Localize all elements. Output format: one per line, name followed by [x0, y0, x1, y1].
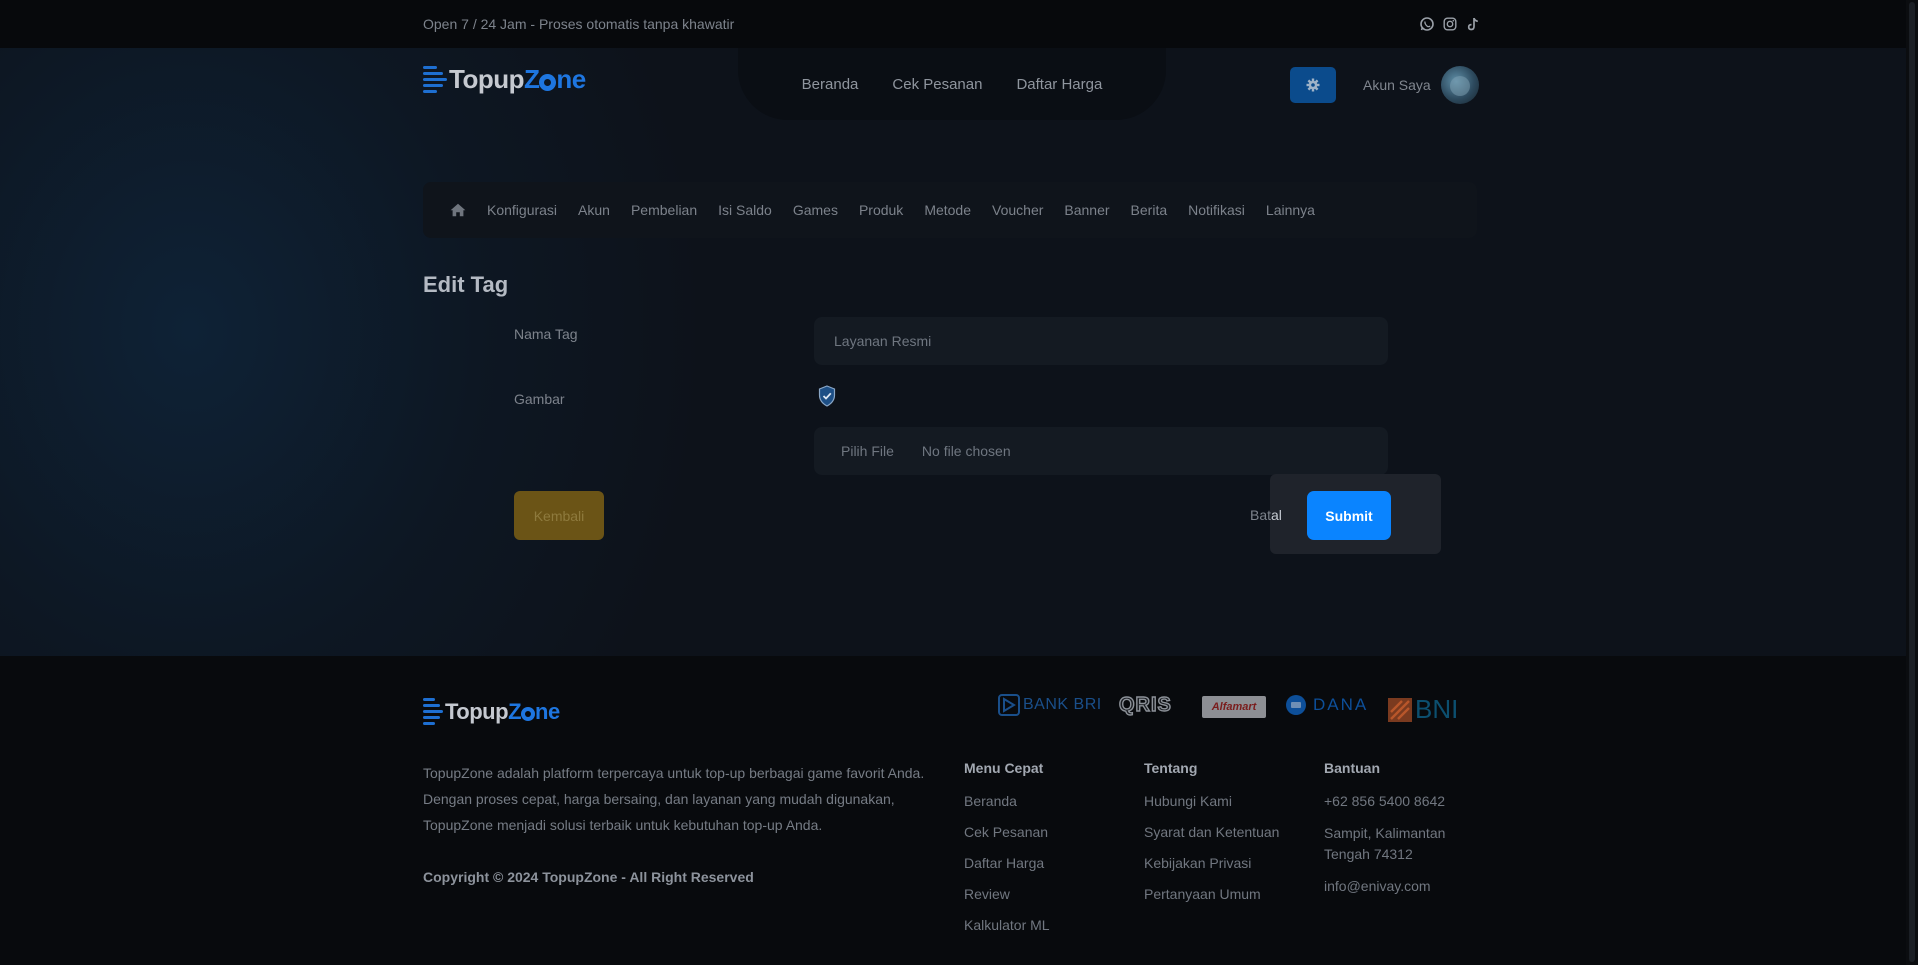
footer-heading-tentang: Tentang: [1144, 760, 1198, 776]
logo-lines-icon: [423, 66, 447, 93]
logo-text-ne: ne: [556, 64, 586, 94]
footer-logo-text-topup: Topup: [445, 698, 509, 724]
menu-isi-saldo[interactable]: Isi Saldo: [718, 202, 772, 218]
footer-link-daftar-harga[interactable]: Daftar Harga: [964, 854, 1050, 873]
bank-bri-logo: BANK BRI: [998, 694, 1102, 716]
footer-email[interactable]: info@enivay.com: [1324, 877, 1459, 896]
footer-link-beranda[interactable]: Beranda: [964, 792, 1050, 811]
dana-mark-icon: [1286, 695, 1306, 715]
scrollbar[interactable]: [1906, 0, 1918, 965]
account-label: Akun Saya: [1363, 77, 1431, 93]
bri-text: BANK BRI: [1023, 696, 1102, 713]
footer-address: Sampit, Kalimantan Tengah 74312: [1324, 825, 1446, 862]
file-input[interactable]: Pilih File No file chosen: [814, 427, 1388, 475]
dana-text: DANA: [1313, 695, 1369, 714]
page-title: Edit Tag: [423, 272, 509, 297]
footer-link-kalkulator-ml[interactable]: Kalkulator ML: [964, 916, 1050, 935]
home-icon[interactable]: [450, 203, 466, 217]
nav-daftar-harga[interactable]: Daftar Harga: [1016, 76, 1102, 93]
tagline: Open 7 / 24 Jam - Proses otomatis tanpa …: [423, 16, 735, 32]
logo[interactable]: Topup Z ne: [423, 64, 586, 95]
menu-lainnya[interactable]: Lainnya: [1266, 202, 1315, 218]
cancel-label-a: Bat: [1250, 507, 1272, 523]
bni-text: BNI: [1415, 694, 1459, 724]
menu-berita[interactable]: Berita: [1131, 202, 1168, 218]
settings-button[interactable]: [1290, 67, 1336, 103]
qris-logo: QRIS: [1118, 693, 1172, 717]
menu-metode[interactable]: Metode: [924, 202, 971, 218]
footer-link-pertanyaan[interactable]: Pertanyaan Umum: [1144, 885, 1279, 904]
qris-text: QRIS: [1118, 693, 1172, 716]
avatar: [1440, 66, 1479, 104]
shield-icon: [818, 385, 836, 407]
logo-lines-icon: [423, 698, 443, 725]
back-button[interactable]: Kembali: [514, 491, 604, 540]
bri-mark-icon: [998, 694, 1020, 716]
alfamart-logo: Alfamart: [1202, 696, 1266, 718]
bni-mark-icon: [1388, 697, 1412, 722]
copyright: Copyright © 2024 TopupZone - All Right R…: [423, 869, 754, 885]
nav-cek-pesanan[interactable]: Cek Pesanan: [892, 76, 982, 93]
account-menu[interactable]: Akun Saya: [1363, 66, 1479, 104]
cancel-label-b: al: [1271, 507, 1282, 523]
footer-link-review[interactable]: Review: [964, 885, 1050, 904]
menu-banner[interactable]: Banner: [1064, 202, 1109, 218]
footer-link-cek-pesanan[interactable]: Cek Pesanan: [964, 823, 1050, 842]
menu-produk[interactable]: Produk: [859, 202, 903, 218]
logo-o-icon: [539, 74, 557, 91]
gear-icon: [1306, 78, 1320, 92]
image-label: Gambar: [514, 391, 565, 407]
logo-text-topup: Topup: [449, 64, 524, 94]
footer-logo-text-ne: ne: [535, 698, 560, 724]
tag-name-input[interactable]: [814, 317, 1388, 365]
submit-button[interactable]: Submit: [1307, 491, 1391, 540]
menu-akun[interactable]: Akun: [578, 202, 610, 218]
footer: Topup Z ne BANK BRI QRIS Alfamart DANA B…: [0, 656, 1918, 965]
footer-logo-text-z: Z: [508, 698, 522, 724]
menu-konfigurasi[interactable]: Konfigurasi: [487, 202, 557, 218]
page: Open 7 / 24 Jam - Proses otomatis tanpa …: [0, 0, 1918, 965]
top-bar: Open 7 / 24 Jam - Proses otomatis tanpa …: [0, 0, 1918, 48]
menu-voucher[interactable]: Voucher: [992, 202, 1043, 218]
footer-bantuan: Bantuan +62 856 5400 8642 Sampit, Kalima…: [1324, 760, 1459, 908]
menu-games[interactable]: Games: [793, 202, 838, 218]
footer-link-kebijakan[interactable]: Kebijakan Privasi: [1144, 854, 1279, 873]
footer-logo[interactable]: Topup Z ne: [423, 698, 560, 725]
menu-pembelian[interactable]: Pembelian: [631, 202, 697, 218]
alfamart-text: Alfamart: [1211, 701, 1257, 713]
admin-menu: Konfigurasi Akun Pembelian Isi Saldo Gam…: [423, 182, 1477, 238]
footer-link-syarat[interactable]: Syarat dan Ketentuan: [1144, 823, 1279, 842]
tiktok-icon[interactable]: [1466, 17, 1480, 31]
instagram-icon[interactable]: [1443, 17, 1457, 31]
cancel-button[interactable]: Batal: [1250, 507, 1282, 523]
footer-menu-cepat: Menu Cepat Beranda Cek Pesanan Daftar Ha…: [964, 760, 1050, 947]
header: Topup Z ne Beranda Cek Pesanan Daftar Ha…: [0, 48, 1918, 128]
logo-o-icon: [521, 707, 536, 721]
social-links: [1420, 17, 1480, 31]
footer-heading-bantuan: Bantuan: [1324, 760, 1380, 776]
bni-logo: BNI: [1388, 694, 1458, 725]
footer-heading-menu-cepat: Menu Cepat: [964, 760, 1044, 776]
nav-beranda[interactable]: Beranda: [802, 76, 859, 93]
dana-logo: DANA: [1285, 694, 1368, 716]
footer-tentang: Tentang Hubungi Kami Syarat dan Ketentua…: [1144, 760, 1279, 916]
tag-name-label: Nama Tag: [514, 326, 578, 342]
main-nav: Beranda Cek Pesanan Daftar Harga: [738, 48, 1166, 120]
footer-link-hubungi-kami[interactable]: Hubungi Kami: [1144, 792, 1279, 811]
whatsapp-icon[interactable]: [1420, 17, 1434, 31]
logo-text-z: Z: [523, 64, 540, 94]
choose-file-button[interactable]: Pilih File: [841, 443, 894, 459]
file-status: No file chosen: [921, 443, 1011, 459]
footer-about: TopupZone adalah platform terpercaya unt…: [423, 765, 925, 833]
menu-notifikasi[interactable]: Notifikasi: [1188, 202, 1245, 218]
scrollbar-thumb[interactable]: [1909, 2, 1915, 962]
footer-phone[interactable]: +62 856 5400 8642: [1324, 792, 1459, 811]
